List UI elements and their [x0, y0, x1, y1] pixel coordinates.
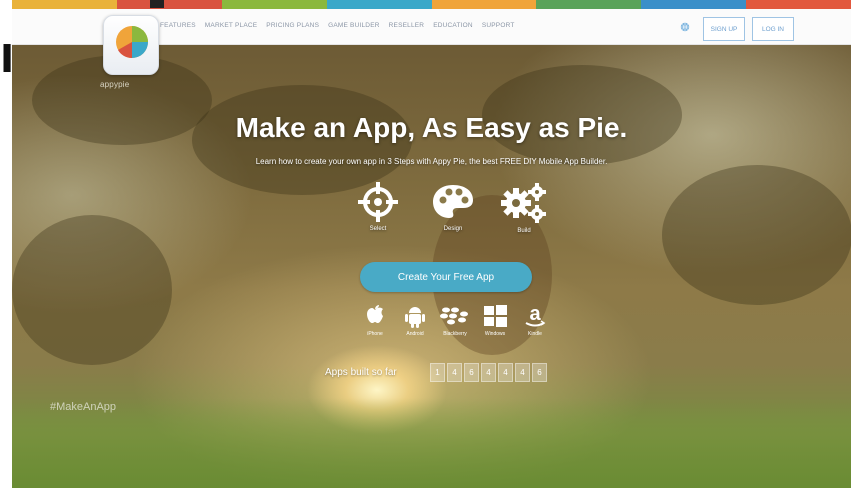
hero-subheadline: Learn how to create your own app in 3 St… — [255, 157, 608, 166]
step-design: Design — [427, 180, 479, 240]
brand-stripe-segment — [12, 0, 117, 9]
nav-game-builder[interactable]: GAME BUILDER — [328, 22, 380, 29]
brand-stripe-segment — [641, 0, 747, 9]
brand-stripe-segment — [116, 0, 222, 9]
step-build: Build — [498, 180, 550, 240]
counter-digit: 4 — [515, 363, 530, 382]
blackberry-icon — [440, 307, 468, 325]
platform-android[interactable]: Android — [398, 303, 432, 337]
sign-up-button[interactable]: SIGN UP — [703, 17, 745, 41]
android-icon — [405, 307, 425, 328]
brand-stripe-segment — [221, 0, 327, 9]
platform-windows[interactable]: Windows — [478, 303, 512, 337]
nav-support[interactable]: SUPPORT — [482, 22, 515, 29]
grass-field — [12, 398, 851, 488]
page-frame: FEATURES MARKET PLACE PRICING PLANS GAME… — [12, 0, 851, 488]
platform-iphone[interactable]: iPhone — [358, 303, 392, 337]
brand-stripe-segment — [746, 0, 851, 9]
nav-features[interactable]: FEATURES — [160, 22, 196, 29]
platform-blackberry[interactable]: Blackberry — [438, 303, 472, 337]
platform-label: Android — [406, 331, 424, 337]
hero-headline: Make an App, As Easy as Pie. — [235, 112, 628, 143]
logo-wordmark: appypie — [100, 80, 130, 89]
step-design-label: Design — [443, 226, 463, 232]
palette-icon — [433, 185, 473, 218]
step-build-label: Build — [517, 228, 531, 234]
counter-digit: 4 — [498, 363, 513, 382]
platform-label: Kindle — [528, 331, 542, 337]
create-free-app-button[interactable]: Create Your Free App — [360, 262, 532, 292]
foliage-shadow — [12, 215, 172, 365]
brand-color-stripe — [12, 0, 851, 9]
apps-built-label: Apps built so far — [325, 367, 397, 378]
counter-digit: 4 — [481, 363, 496, 382]
counter-digit: 6 — [464, 363, 479, 382]
platform-label: Windows — [484, 331, 506, 337]
overlay-bracket-glyph: I — [0, 37, 15, 81]
overlay-tick-mark — [150, 0, 164, 8]
globe-icon[interactable] — [680, 22, 690, 32]
amazon-icon: a — [525, 303, 546, 327]
counter-digit: 4 — [447, 363, 462, 382]
nav-market-place[interactable]: MARKET PLACE — [205, 22, 258, 29]
platform-label: iPhone — [367, 331, 383, 337]
main-nav: FEATURES MARKET PLACE PRICING PLANS GAME… — [160, 22, 515, 29]
platform-kindle[interactable]: a Kindle — [518, 303, 552, 337]
counter-digit: 1 — [430, 363, 445, 382]
svg-text:a: a — [529, 303, 541, 325]
brand-stripe-segment — [431, 0, 537, 9]
nav-pricing-plans[interactable]: PRICING PLANS — [266, 22, 319, 29]
brand-stripe-segment — [536, 0, 642, 9]
brand-stripe-segment — [326, 0, 432, 9]
pie-logo-icon — [116, 26, 148, 59]
appypie-logo[interactable] — [103, 15, 159, 75]
step-select-label: Select — [369, 226, 387, 232]
apps-built-counter: 1 4 6 4 4 4 6 — [430, 363, 547, 382]
target-icon — [358, 182, 398, 222]
gears-icon — [501, 183, 546, 223]
platform-list: iPhone Android Blackberry Windows a Kind… — [358, 303, 552, 337]
hashtag-watermark: #MakeAnApp — [50, 401, 117, 413]
windows-icon — [484, 305, 507, 327]
nav-education[interactable]: EDUCATION — [433, 22, 473, 29]
platform-label: Blackberry — [443, 331, 467, 337]
counter-digit: 6 — [532, 363, 547, 382]
step-select: Select — [352, 180, 404, 240]
nav-reseller[interactable]: RESELLER — [389, 22, 425, 29]
log-in-button[interactable]: LOG IN — [752, 17, 794, 41]
apple-icon — [367, 305, 383, 323]
foliage-shadow — [662, 165, 851, 305]
